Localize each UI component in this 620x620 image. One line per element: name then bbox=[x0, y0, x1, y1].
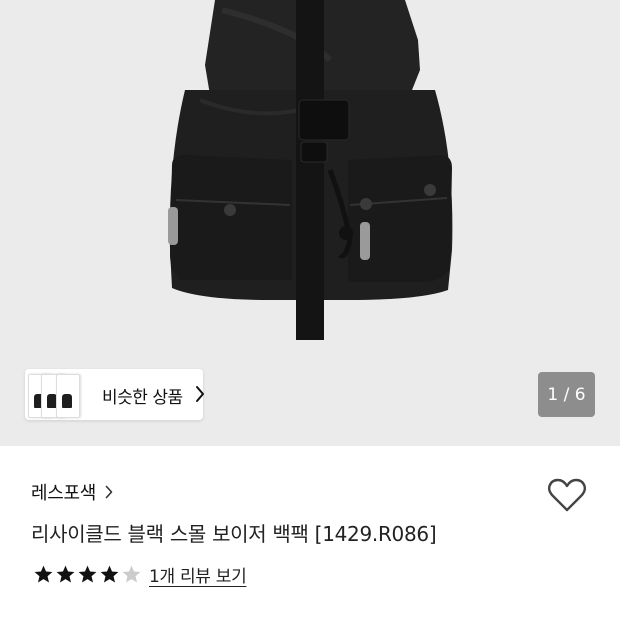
rating-row: 1개 리뷰 보기 bbox=[33, 562, 247, 587]
similar-products-label: 비슷한 상품 bbox=[102, 388, 183, 408]
image-counter: 1 / 6 bbox=[538, 372, 595, 417]
star-filled-icon bbox=[100, 565, 119, 583]
similar-product-thumbnails bbox=[25, 369, 85, 420]
review-link[interactable]: 1개 리뷰 보기 bbox=[149, 562, 247, 587]
chevron-right-icon bbox=[196, 386, 204, 402]
brand-name: 레스포색 bbox=[31, 483, 97, 504]
star-empty-icon bbox=[122, 565, 141, 583]
star-filled-icon bbox=[78, 565, 97, 583]
heart-outline-icon[interactable] bbox=[547, 477, 587, 513]
similar-products-button[interactable]: 비슷한 상품 bbox=[25, 369, 204, 420]
star-rating bbox=[33, 564, 142, 585]
product-info: 레스포색 리사이클드 블랙 스몰 보이저 백팩 [1429.R086] 1개 리… bbox=[0, 446, 620, 620]
chevron-right-icon bbox=[105, 485, 113, 499]
product-title: 리사이클드 블랙 스몰 보이저 백팩 [1429.R086] bbox=[31, 522, 437, 546]
price-peek bbox=[31, 612, 39, 620]
star-filled-icon bbox=[34, 565, 53, 583]
brand-link[interactable]: 레스포색 bbox=[31, 479, 113, 505]
similar-thumb bbox=[56, 374, 80, 418]
product-image-gallery[interactable]: 비슷한 상품 1 / 6 bbox=[0, 0, 620, 446]
star-filled-icon bbox=[56, 565, 75, 583]
